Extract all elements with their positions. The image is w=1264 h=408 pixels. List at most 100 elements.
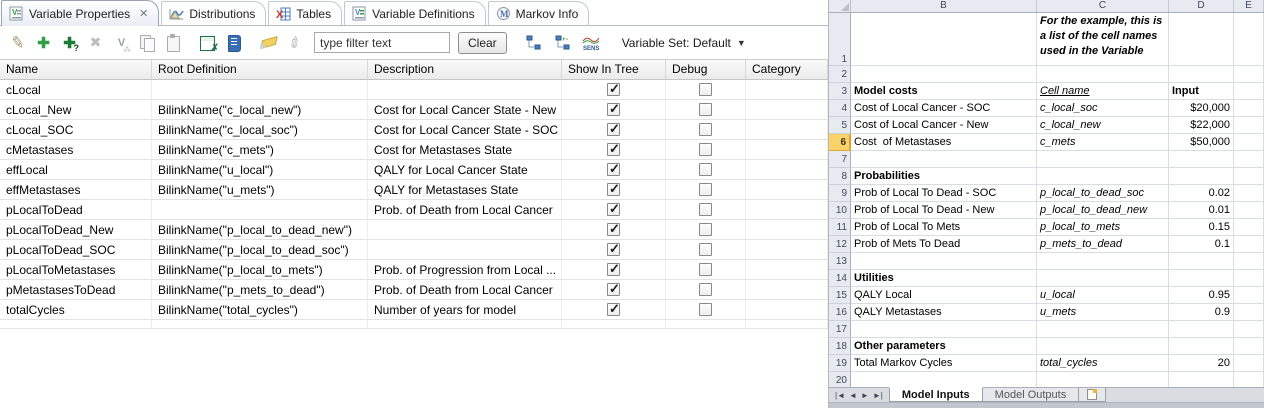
show-in-tree-checkbox[interactable] (607, 81, 620, 97)
edit-pencil-icon[interactable] (6, 32, 29, 54)
column-header-description[interactable]: Description (368, 60, 562, 79)
debug-checkbox[interactable] (699, 83, 712, 96)
cell-D7[interactable] (1169, 151, 1234, 168)
cell-C14[interactable] (1037, 270, 1169, 287)
debug-checkbox[interactable] (699, 203, 712, 216)
row-number[interactable]: 6 (829, 134, 851, 151)
cell-E10[interactable] (1234, 202, 1264, 219)
tab-variable-definitions[interactable]: V Variable Definitions (344, 1, 486, 25)
cell-E8[interactable] (1234, 168, 1264, 185)
show-in-tree-checkbox[interactable] (607, 301, 620, 317)
add-variable-question-icon[interactable] (58, 32, 81, 54)
tab-variable-properties[interactable]: V Variable Properties ✕ (1, 0, 160, 26)
row-number[interactable]: 1 (829, 13, 851, 66)
cell-B1[interactable] (851, 13, 1037, 66)
clear-filter-button[interactable]: Clear (458, 31, 507, 54)
cell-B14[interactable]: Utilities (851, 270, 1037, 287)
cell-D12[interactable]: 0.1 (1169, 236, 1234, 253)
table-row[interactable]: cLocal_New BilinkName("c_local_new") Cost … (0, 100, 828, 120)
cell-C9[interactable]: p_local_to_dead_soc (1037, 185, 1169, 202)
table-row[interactable]: effMetastases BilinkName("u_mets") QALY fo… (0, 180, 828, 200)
cell-B17[interactable] (851, 321, 1037, 338)
column-header-e[interactable]: E (1234, 0, 1264, 12)
cell-C1[interactable]: For the example, this is a list of the c… (1037, 13, 1169, 66)
cell-D3[interactable]: Input (1169, 83, 1234, 100)
cell-E14[interactable] (1234, 270, 1264, 287)
close-icon[interactable]: ✕ (139, 7, 148, 20)
cell-C8[interactable] (1037, 168, 1169, 185)
cell-E11[interactable] (1234, 219, 1264, 236)
cell-B4[interactable]: Cost of Local Cancer - SOC (851, 100, 1037, 117)
cell-D1[interactable] (1169, 13, 1234, 66)
cell-E4[interactable] (1234, 100, 1264, 117)
cell-E12[interactable] (1234, 236, 1264, 253)
cell-C10[interactable]: p_local_to_dead_new (1037, 202, 1169, 219)
cell-E17[interactable] (1234, 321, 1264, 338)
cell-C17[interactable] (1037, 321, 1169, 338)
show-in-tree-checkbox[interactable] (607, 221, 620, 237)
column-header-name[interactable]: Name (0, 60, 152, 79)
column-header-c[interactable]: C (1037, 0, 1169, 12)
cell-D4[interactable]: $20,000 (1169, 100, 1234, 117)
cell-C20[interactable] (1037, 372, 1169, 388)
cell-E19[interactable] (1234, 355, 1264, 372)
table-row[interactable]: pLocalToDead Prob. of Death from Local Ca… (0, 200, 828, 220)
insert-worksheet-tab[interactable] (1078, 388, 1107, 403)
table-row[interactable]: pMetastasesToDead BilinkName("p_mets_to_d… (0, 280, 828, 300)
row-number[interactable]: 15 (829, 287, 851, 304)
cell-D14[interactable] (1169, 270, 1234, 287)
debug-checkbox[interactable] (699, 123, 712, 136)
cell-D19[interactable]: 20 (1169, 355, 1234, 372)
rename-variable-icon[interactable] (110, 32, 133, 54)
row-number[interactable]: 16 (829, 304, 851, 321)
cell-D2[interactable] (1169, 66, 1234, 83)
cell-C16[interactable]: u_mets (1037, 304, 1169, 321)
column-header-d[interactable]: D (1169, 0, 1234, 12)
show-in-tree-checkbox[interactable] (607, 181, 620, 197)
cell-C3[interactable]: Cell name (1037, 83, 1169, 100)
show-in-tree-checkbox[interactable] (607, 201, 620, 217)
cell-D16[interactable]: 0.9 (1169, 304, 1234, 321)
table-row[interactable]: cLocal_SOC BilinkName("c_local_soc") Cost … (0, 120, 828, 140)
show-in-tree-checkbox[interactable] (607, 281, 620, 297)
column-header-show-in-tree[interactable]: Show In Tree (562, 60, 666, 79)
row-number[interactable]: 5 (829, 117, 851, 134)
cell-D6[interactable]: $50,000 (1169, 134, 1234, 151)
tab-markov-info[interactable]: M Markov Info (487, 1, 590, 25)
cell-B2[interactable] (851, 66, 1037, 83)
column-header-root-definition[interactable]: Root Definition (152, 60, 368, 79)
table-row[interactable]: pLocalToDead_New BilinkName("p_local_to_d… (0, 220, 828, 240)
cell-D5[interactable]: $22,000 (1169, 117, 1234, 134)
cell-C18[interactable] (1037, 338, 1169, 355)
debug-checkbox[interactable] (699, 263, 712, 276)
cell-B10[interactable]: Prob of Local To Dead - New (851, 202, 1037, 219)
paste-icon[interactable] (162, 32, 185, 54)
cell-B3[interactable]: Model costs (851, 83, 1037, 100)
prev-sheet-icon[interactable]: ◄ (849, 391, 857, 400)
sensitivity-sens-icon[interactable]: SENS (580, 32, 603, 54)
filter-pin-icon[interactable] (284, 32, 307, 54)
cell-C19[interactable]: total_cycles (1037, 355, 1169, 372)
cell-D17[interactable] (1169, 321, 1234, 338)
cell-D10[interactable]: 0.01 (1169, 202, 1234, 219)
tab-distributions[interactable]: Distributions (161, 1, 267, 25)
cell-E20[interactable] (1234, 372, 1264, 388)
cell-C7[interactable] (1037, 151, 1169, 168)
debug-checkbox[interactable] (699, 283, 712, 296)
sheet-tab-model-outputs[interactable]: Model Outputs (981, 388, 1080, 403)
show-in-tree-checkbox[interactable] (607, 161, 620, 177)
row-number[interactable]: 13 (829, 253, 851, 270)
cell-B5[interactable]: Cost of Local Cancer - New (851, 117, 1037, 134)
cell-B15[interactable]: QALY Local (851, 287, 1037, 304)
column-header-category[interactable]: Category (746, 60, 828, 79)
column-header-b[interactable]: B (851, 0, 1037, 12)
cell-E6[interactable] (1234, 134, 1264, 151)
table-row[interactable]: totalCycles BilinkName("total_cycles") Num… (0, 300, 828, 320)
cell-B9[interactable]: Prob of Local To Dead - SOC (851, 185, 1037, 202)
row-number[interactable]: 9 (829, 185, 851, 202)
cell-C2[interactable] (1037, 66, 1169, 83)
cell-E16[interactable] (1234, 304, 1264, 321)
debug-checkbox[interactable] (699, 303, 712, 316)
cell-C15[interactable]: u_local (1037, 287, 1169, 304)
cell-E1[interactable] (1234, 13, 1264, 66)
